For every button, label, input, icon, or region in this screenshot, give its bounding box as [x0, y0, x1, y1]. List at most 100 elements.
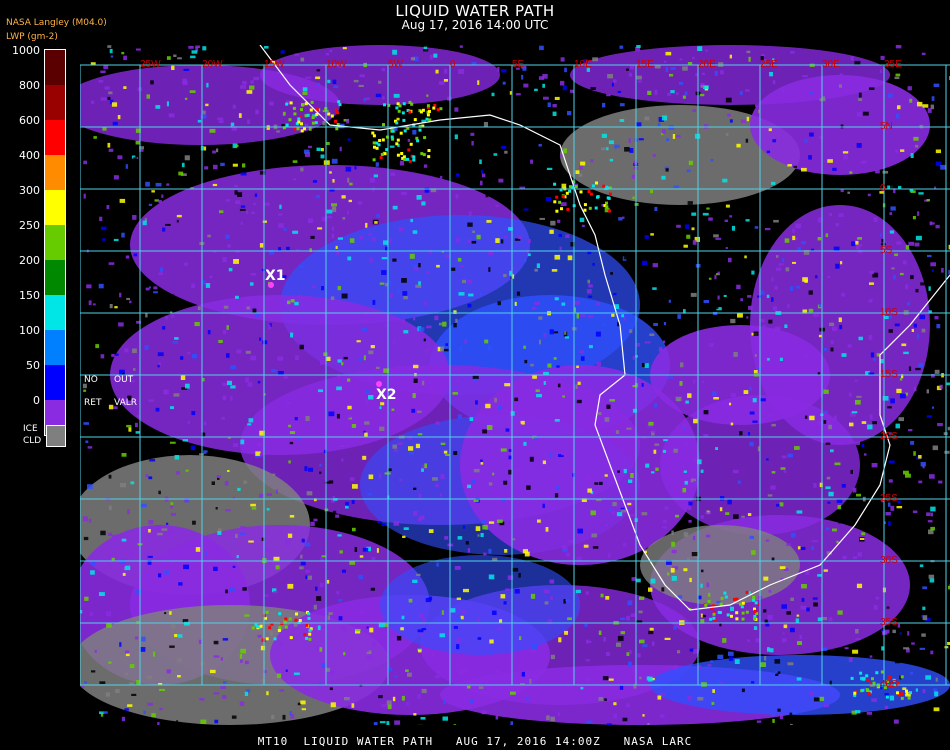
cloud-pixel — [362, 455, 367, 460]
cloud-pixel — [458, 414, 462, 419]
cloud-pixel — [871, 698, 877, 702]
cloud-pixel — [654, 403, 658, 408]
cloud-pixel — [918, 192, 924, 195]
cloud-pixel — [382, 96, 385, 100]
cloud-pixel — [749, 535, 754, 539]
cloud-pixel — [147, 675, 153, 679]
cloud-pixel — [631, 174, 635, 179]
high-lwp-pixel — [709, 617, 713, 621]
cloud-pixel — [895, 73, 901, 77]
high-lwp-pixel — [311, 116, 315, 119]
cloud-pixel — [723, 294, 727, 297]
cloud-pixel — [588, 389, 592, 393]
cloud-pixel — [722, 178, 728, 183]
cloud-pixel — [168, 113, 175, 118]
cloud-pixel — [763, 576, 769, 581]
cloud-pixel — [534, 88, 538, 92]
cloud-pixel — [518, 572, 521, 578]
cloud-pixel — [700, 682, 707, 687]
cloud-pixel — [165, 223, 171, 226]
high-lwp-pixel — [297, 120, 301, 124]
legend-ice-label: ICE — [23, 424, 38, 434]
cloud-pixel — [580, 686, 584, 690]
cloud-pixel — [879, 233, 882, 237]
cloud-pixel — [152, 651, 156, 657]
cloud-pixel — [457, 536, 463, 540]
cloud-pixel — [825, 527, 830, 530]
cloud-pixel — [790, 627, 795, 633]
cloud-pixel — [741, 688, 745, 693]
high-lwp-pixel — [310, 100, 314, 104]
cloud-pixel — [250, 503, 256, 507]
cloud-pixel — [685, 400, 689, 404]
cloud-pixel — [90, 561, 97, 566]
cloud-pixel — [521, 74, 524, 80]
cloud-pixel — [591, 533, 598, 538]
cloud-pixel — [868, 87, 875, 90]
cloud-pixel — [363, 98, 366, 102]
cloud-pixel — [838, 519, 842, 524]
cloud-pixel — [679, 381, 683, 386]
cloud-pixel — [531, 306, 536, 311]
cloud-pixel — [480, 462, 484, 465]
cloud-pixel — [341, 362, 344, 366]
cloud-pixel — [305, 570, 310, 573]
cloud-pixel — [104, 86, 110, 90]
cloud-pixel — [662, 129, 666, 134]
cloud-pixel — [318, 389, 324, 393]
cloud-pixel — [154, 199, 159, 202]
cloud-pixel — [354, 547, 358, 552]
cloud-pixel — [250, 272, 257, 276]
lat-label: 0 — [880, 183, 886, 194]
cloud-pixel — [598, 412, 602, 416]
cloud-pixel — [895, 172, 899, 177]
high-lwp-pixel — [423, 136, 427, 140]
cloud-pixel — [884, 693, 889, 696]
cloud-pixel — [233, 259, 239, 264]
cloud-pixel — [796, 510, 803, 514]
cloud-pixel — [729, 215, 733, 218]
cloud-pixel — [462, 669, 468, 673]
high-lwp-pixel — [909, 691, 912, 695]
cloud-pixel — [127, 509, 130, 515]
cloud-pixel — [390, 293, 393, 298]
cloud-pixel — [887, 93, 893, 98]
cloud-pixel — [438, 81, 445, 85]
cloud-pixel — [207, 330, 211, 335]
cloud-pixel — [567, 111, 572, 116]
cloud-pixel — [413, 378, 418, 383]
cloud-pixel — [677, 314, 681, 319]
cloud-pixel — [682, 487, 687, 493]
cloud-pixel — [250, 80, 254, 84]
cloud-pixel — [527, 253, 531, 257]
cloud-pixel — [148, 399, 154, 402]
cloud-pixel — [700, 85, 704, 88]
cloud-pixel — [150, 80, 154, 85]
cloud-pixel — [177, 657, 182, 663]
cloud-pixel — [523, 258, 527, 263]
cloud-pixel — [918, 455, 922, 459]
cloud-pixel — [482, 173, 486, 178]
cloud-pixel — [173, 54, 177, 57]
cloud-pixel — [941, 267, 944, 273]
cloud-pixel — [915, 688, 918, 692]
high-lwp-pixel — [588, 206, 592, 210]
high-lwp-pixel — [412, 158, 416, 162]
cloud-pixel — [329, 49, 333, 53]
cloud-pixel — [86, 284, 92, 289]
cloud-pixel — [142, 220, 147, 226]
cloud-pixel — [381, 523, 387, 527]
cloud-pixel — [847, 191, 850, 194]
cloud-pixel — [228, 267, 233, 272]
cloud-pixel — [671, 530, 674, 535]
cloud-pixel — [849, 422, 854, 427]
high-lwp-pixel — [859, 671, 863, 675]
high-lwp-pixel — [406, 157, 410, 161]
cloud-pixel — [745, 219, 750, 222]
cloud-pixel — [495, 715, 499, 720]
cloud-pixel — [364, 421, 370, 425]
cloud-pixel — [269, 631, 273, 636]
cloud-pixel — [658, 347, 662, 352]
cloud-pixel — [213, 655, 220, 658]
cloud-pixel — [504, 150, 508, 154]
